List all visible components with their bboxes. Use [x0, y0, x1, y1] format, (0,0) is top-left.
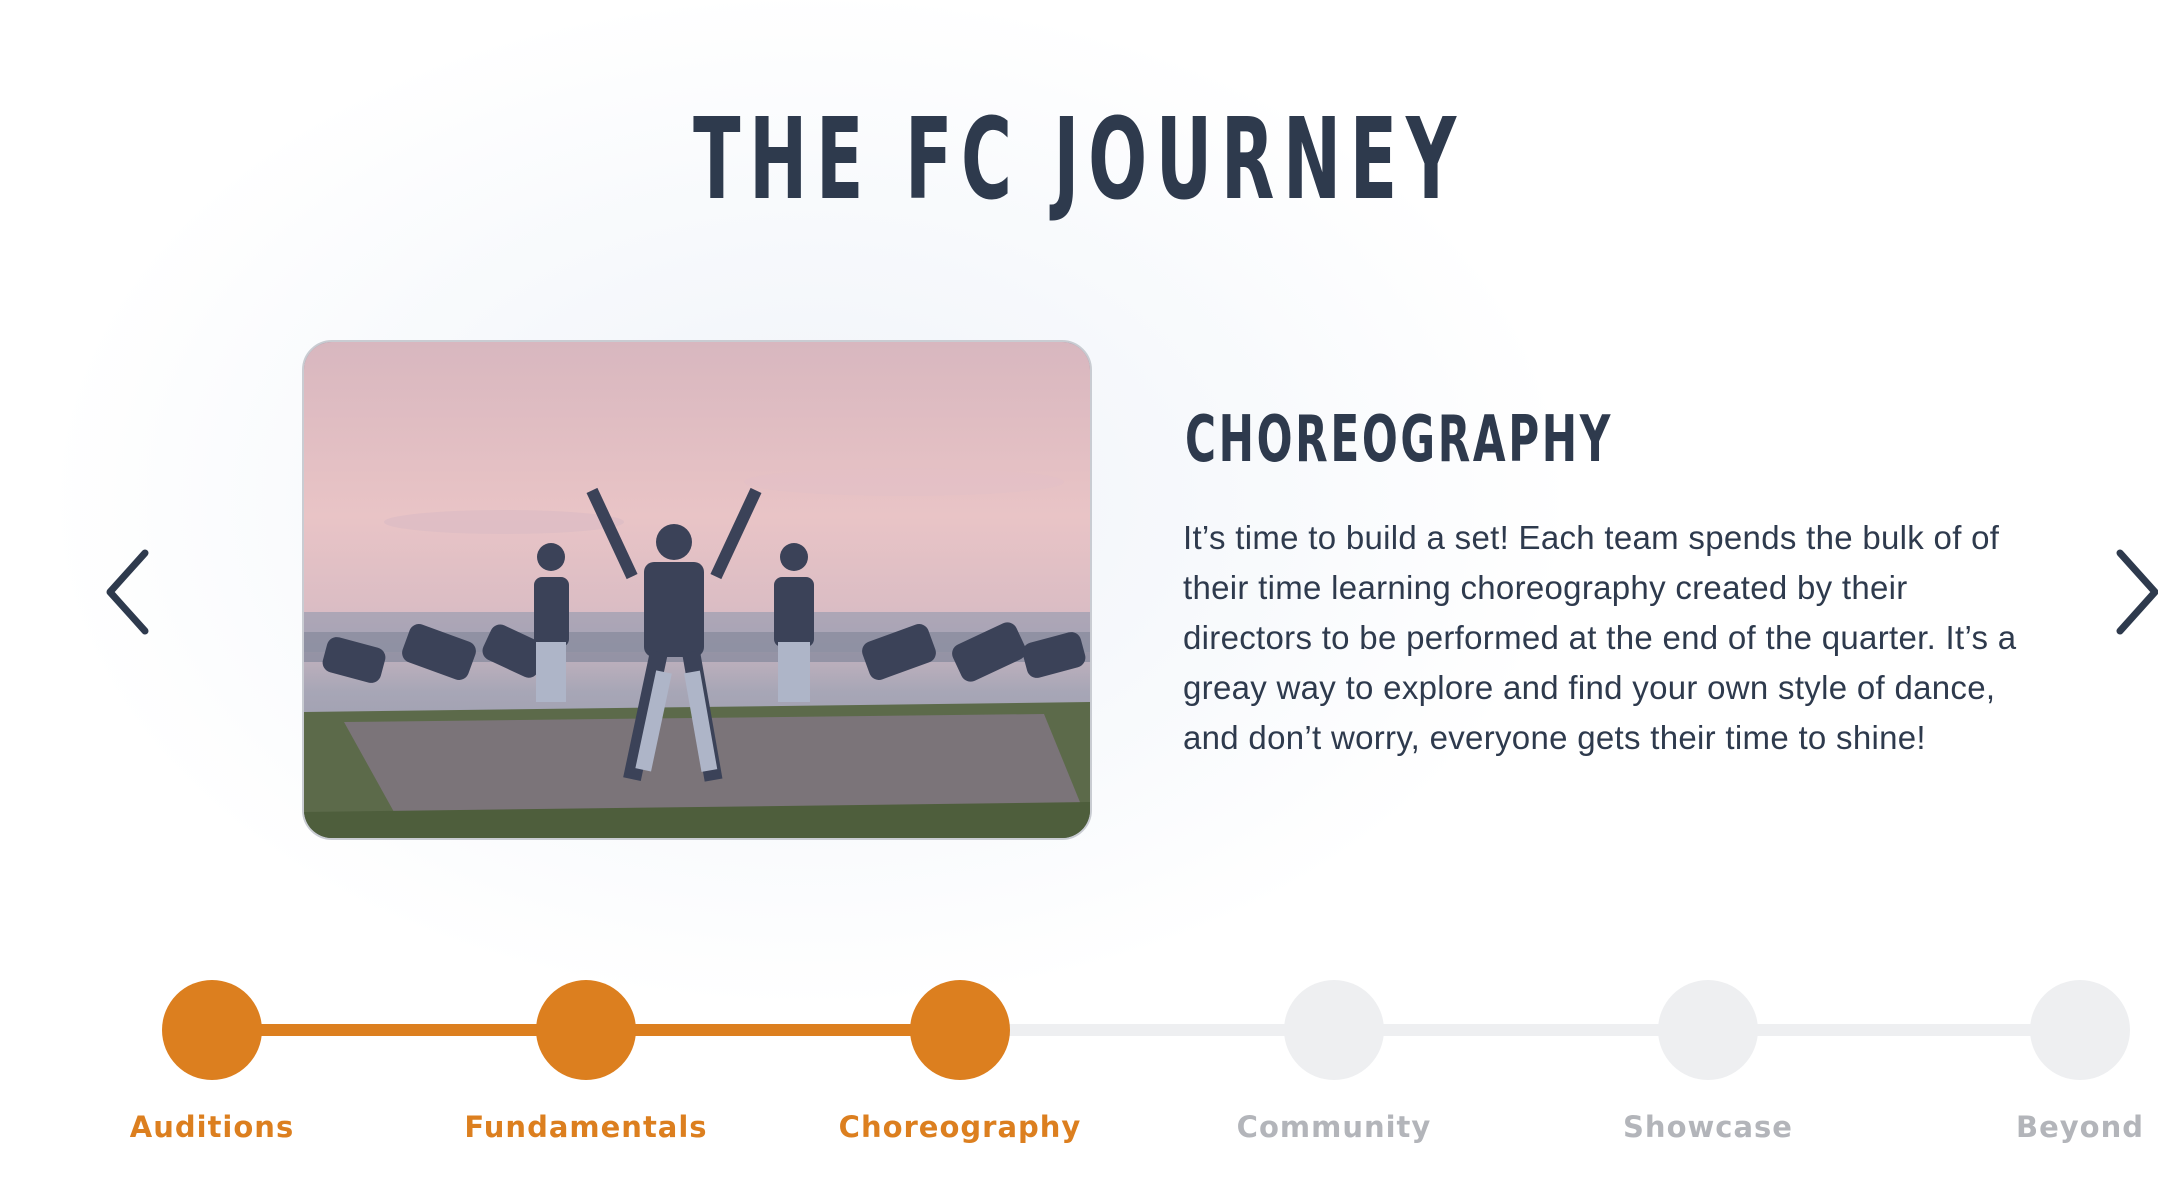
- timeline-dot[interactable]: [536, 980, 636, 1080]
- carousel-next-button[interactable]: [2105, 545, 2158, 640]
- timeline-step-label[interactable]: Auditions: [72, 1110, 352, 1144]
- timeline-step-choreography[interactable]: Choreography: [820, 960, 1100, 1160]
- journey-timeline: Auditions Fundamentals Choreography Comm…: [0, 960, 2158, 1160]
- chevron-right-icon: [2116, 549, 2158, 635]
- timeline-dot[interactable]: [162, 980, 262, 1080]
- timeline-step-showcase[interactable]: Showcase: [1568, 960, 1848, 1160]
- timeline-dot[interactable]: [2030, 980, 2130, 1080]
- stage-title: CHOREOGRAPHY: [1185, 403, 1614, 477]
- timeline-step-fundamentals[interactable]: Fundamentals: [446, 960, 726, 1160]
- timeline-dot[interactable]: [1658, 980, 1758, 1080]
- carousel-prev-button[interactable]: [100, 545, 160, 640]
- timeline-step-label[interactable]: Community: [1194, 1110, 1474, 1144]
- stage-description: It’s time to build a set! Each team spen…: [1183, 519, 2017, 756]
- timeline-dot[interactable]: [910, 980, 1010, 1080]
- timeline-step-label[interactable]: Beyond: [1940, 1110, 2158, 1144]
- timeline-dot[interactable]: [1284, 980, 1384, 1080]
- timeline-step-label[interactable]: Showcase: [1568, 1110, 1848, 1144]
- stage-photo: [302, 340, 1092, 840]
- timeline-step-label[interactable]: Choreography: [820, 1110, 1100, 1144]
- timeline-step-auditions[interactable]: Auditions: [72, 960, 352, 1160]
- timeline-step-label[interactable]: Fundamentals: [446, 1110, 726, 1144]
- page-title: THE FC JOURNEY: [693, 95, 1465, 225]
- chevron-left-icon: [106, 549, 149, 635]
- timeline-step-beyond[interactable]: Beyond: [1940, 960, 2158, 1160]
- timeline-step-community[interactable]: Community: [1194, 960, 1474, 1160]
